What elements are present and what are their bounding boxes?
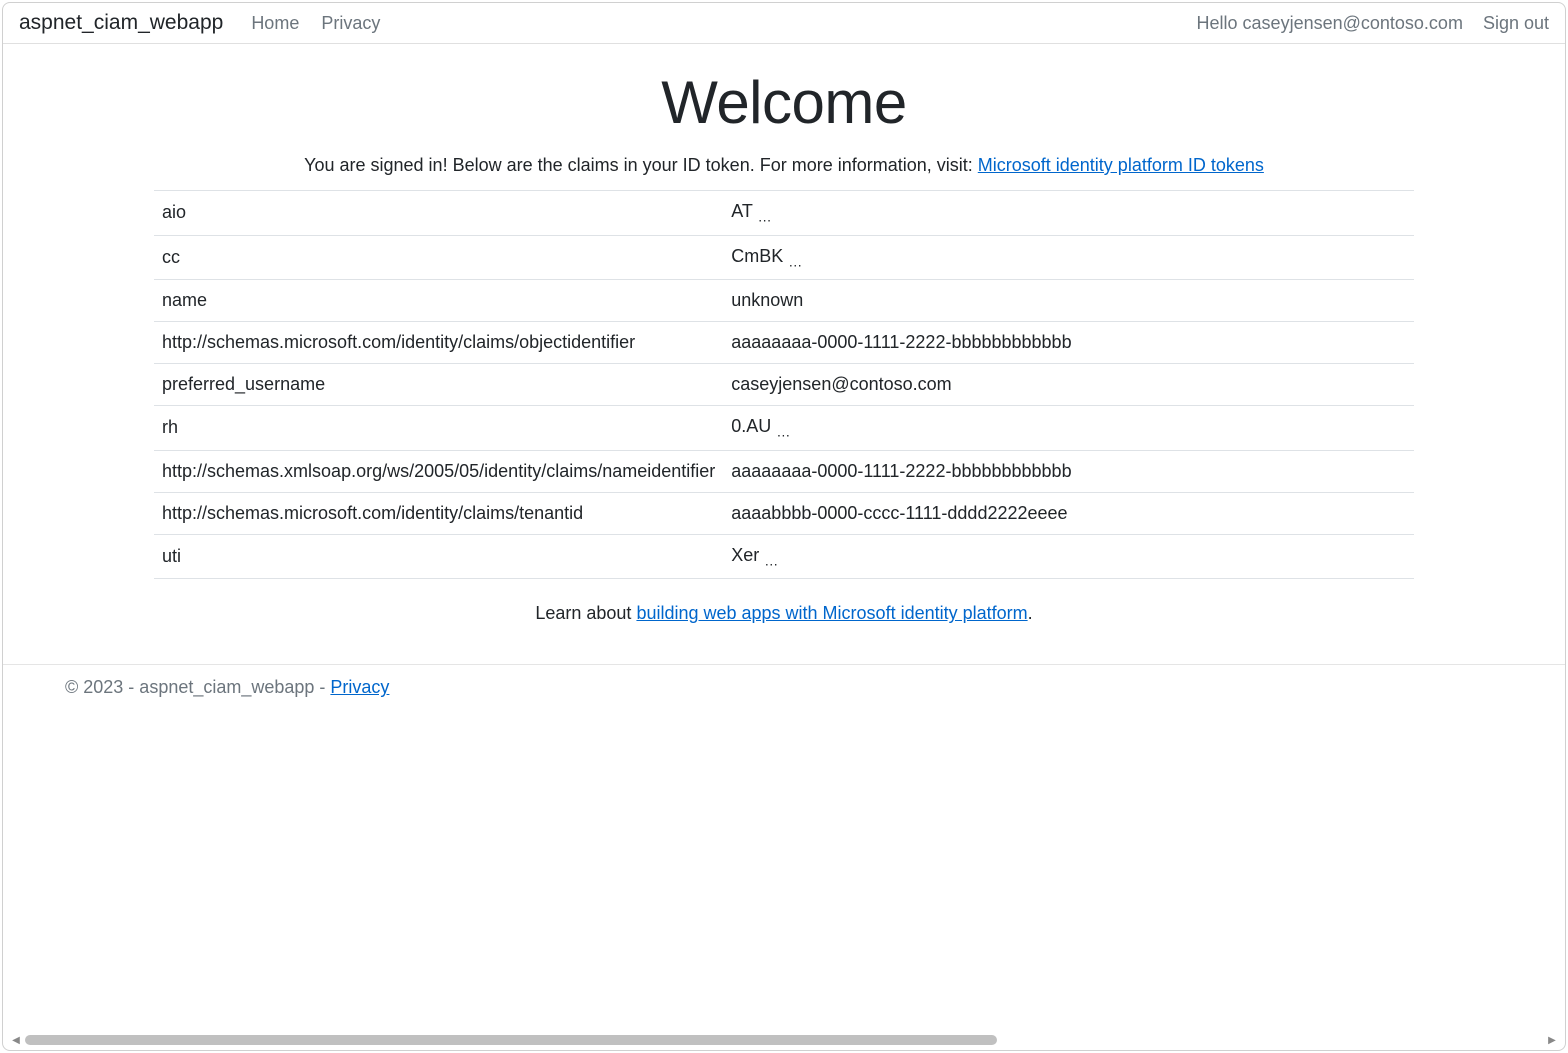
horizontal-scrollbar[interactable]: ◀ ▶ [9, 1034, 1559, 1046]
claim-value: AT … [723, 191, 1414, 236]
claim-value: aaaabbbb-0000-cccc-1111-dddd2222eeee [723, 492, 1414, 534]
table-row: http://schemas.microsoft.com/identity/cl… [154, 492, 1414, 534]
ellipsis-icon: … [788, 253, 802, 269]
intro-pre: You are signed in! Below are the claims … [304, 155, 978, 175]
claim-key: aio [154, 191, 723, 236]
ellipsis-icon: … [776, 424, 790, 440]
table-row: preferred_usernamecaseyjensen@contoso.co… [154, 364, 1414, 406]
claim-key: preferred_username [154, 364, 723, 406]
navbar: aspnet_ciam_webapp Home Privacy Hello ca… [3, 3, 1565, 44]
table-row: http://schemas.microsoft.com/identity/cl… [154, 322, 1414, 364]
table-row: aioAT … [154, 191, 1414, 236]
claim-value: caseyjensen@contoso.com [723, 364, 1414, 406]
claim-key: http://schemas.microsoft.com/identity/cl… [154, 492, 723, 534]
greeting: Hello caseyjensen@contoso.com [1197, 13, 1463, 34]
learn-post: . [1028, 603, 1033, 623]
learn-text: Learn about building web apps with Micro… [19, 603, 1549, 624]
claim-key: http://schemas.microsoft.com/identity/cl… [154, 322, 723, 364]
brand[interactable]: aspnet_ciam_webapp [19, 11, 223, 35]
ellipsis-icon: … [758, 209, 772, 225]
footer: © 2023 - aspnet_ciam_webapp - Privacy [3, 664, 1565, 698]
scrollbar-thumb[interactable] [25, 1035, 997, 1045]
nav-privacy[interactable]: Privacy [321, 13, 380, 34]
claim-value: aaaaaaaa-0000-1111-2222-bbbbbbbbbbbb [723, 322, 1414, 364]
intro-text: You are signed in! Below are the claims … [19, 155, 1549, 176]
nav-left: Home Privacy [251, 13, 380, 34]
claim-key: uti [154, 534, 723, 579]
claim-key: name [154, 280, 723, 322]
table-row: rh0.AU … [154, 406, 1414, 451]
page-wrapper: aspnet_ciam_webapp Home Privacy Hello ca… [2, 2, 1566, 1051]
claim-value: Xer … [723, 534, 1414, 579]
main-content: Welcome You are signed in! Below are the… [3, 68, 1565, 624]
claims-table: aioAT …ccCmBK …nameunknownhttp://schemas… [154, 190, 1414, 579]
scroll-left-icon[interactable]: ◀ [9, 1033, 23, 1047]
claim-key: rh [154, 406, 723, 451]
page-title: Welcome [19, 68, 1549, 137]
table-row: ccCmBK … [154, 235, 1414, 280]
claim-key: cc [154, 235, 723, 280]
signout-link[interactable]: Sign out [1483, 13, 1549, 34]
learn-link[interactable]: building web apps with Microsoft identit… [636, 603, 1027, 623]
nav-right: Hello caseyjensen@contoso.com Sign out [1197, 13, 1549, 34]
claim-value: unknown [723, 280, 1414, 322]
id-tokens-link[interactable]: Microsoft identity platform ID tokens [978, 155, 1264, 175]
scrollbar-track[interactable] [25, 1035, 1543, 1045]
table-row: nameunknown [154, 280, 1414, 322]
scroll-right-icon[interactable]: ▶ [1545, 1033, 1559, 1047]
table-row: utiXer … [154, 534, 1414, 579]
table-row: http://schemas.xmlsoap.org/ws/2005/05/id… [154, 450, 1414, 492]
claim-value: 0.AU … [723, 406, 1414, 451]
claim-value: CmBK … [723, 235, 1414, 280]
ellipsis-icon: … [764, 552, 778, 568]
copyright: © 2023 - aspnet_ciam_webapp - [65, 677, 330, 697]
learn-pre: Learn about [535, 603, 636, 623]
claim-value: aaaaaaaa-0000-1111-2222-bbbbbbbbbbbb [723, 450, 1414, 492]
nav-home[interactable]: Home [251, 13, 299, 34]
claims-tbody: aioAT …ccCmBK …nameunknownhttp://schemas… [154, 191, 1414, 579]
footer-privacy-link[interactable]: Privacy [330, 677, 389, 697]
claim-key: http://schemas.xmlsoap.org/ws/2005/05/id… [154, 450, 723, 492]
